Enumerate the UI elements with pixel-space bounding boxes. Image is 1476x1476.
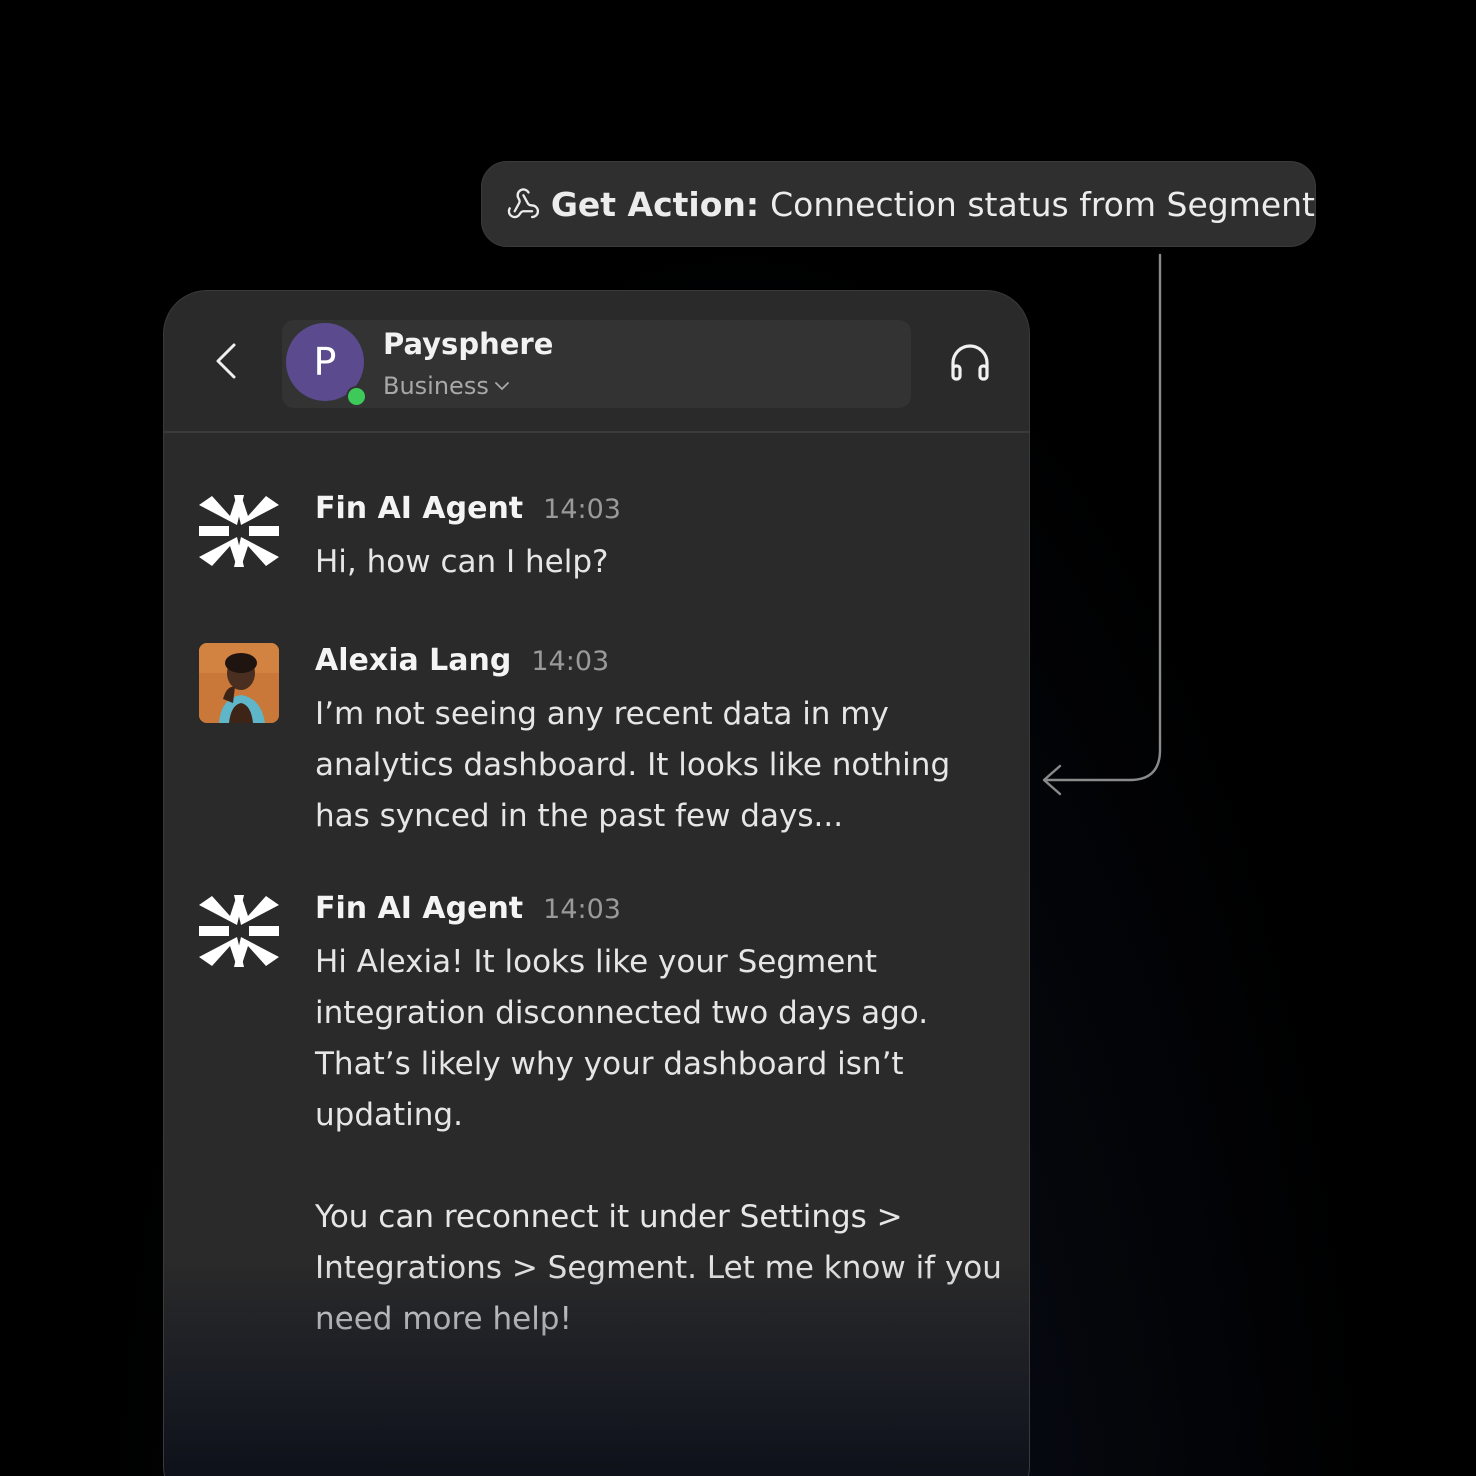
message-text: Hi Alexia! It looks like your Segment in… [315,944,1002,1337]
chevron-left-icon[interactable] [204,339,248,383]
chat-panel: P Paysphere Business Fin AI Agent 14:03 … [163,290,1030,1476]
stage: Get Action: Connection status from Segme… [0,0,1476,1476]
message-time: 14:03 [543,494,621,525]
message-meta: Alexia Lang 14:03 [315,643,1005,679]
fin-logo-icon [199,895,279,967]
action-text: Connection status from Segment [770,184,1315,224]
company-plan: Business [383,372,511,400]
action-pill: Get Action: Connection status from Segme… [481,161,1316,247]
online-status-dot [346,386,367,407]
company-initial: P [313,340,337,384]
message-time: 14:03 [543,894,621,925]
message-body: Fin AI Agent 14:03 Hi, how can I help? [315,491,1005,588]
headphones-icon[interactable] [947,339,993,385]
message-body: Fin AI Agent 14:03 Hi Alexia! It looks l… [315,891,1005,1345]
message-time: 14:03 [531,646,610,677]
chevron-down-icon [494,382,509,390]
message-item: Alexia Lang 14:03 I’m not seeing any rec… [199,643,999,834]
message-meta: Fin AI Agent 14:03 [315,891,1005,927]
message-meta: Fin AI Agent 14:03 [315,491,1005,527]
message-body: Alexia Lang 14:03 I’m not seeing any rec… [315,643,1005,842]
user-photo-avatar [199,643,279,723]
chat-header: P Paysphere Business [164,291,1029,433]
user-photo-icon [199,643,279,723]
message-text: I’m not seeing any recent data in my ana… [315,696,951,834]
company-plan-label: Business [383,372,489,400]
fin-logo-icon [199,495,279,567]
webhook-icon [507,188,540,219]
connector-arrow [1042,253,1162,796]
action-label: Get Action: [550,184,760,224]
message-text: Hi, how can I help? [315,544,609,580]
company-selector[interactable]: P Paysphere Business [282,320,911,408]
message-sender: Alexia Lang [315,643,512,678]
message-sender: Fin AI Agent [315,491,524,526]
message-sender: Fin AI Agent [315,891,524,926]
company-name: Paysphere [383,327,554,361]
